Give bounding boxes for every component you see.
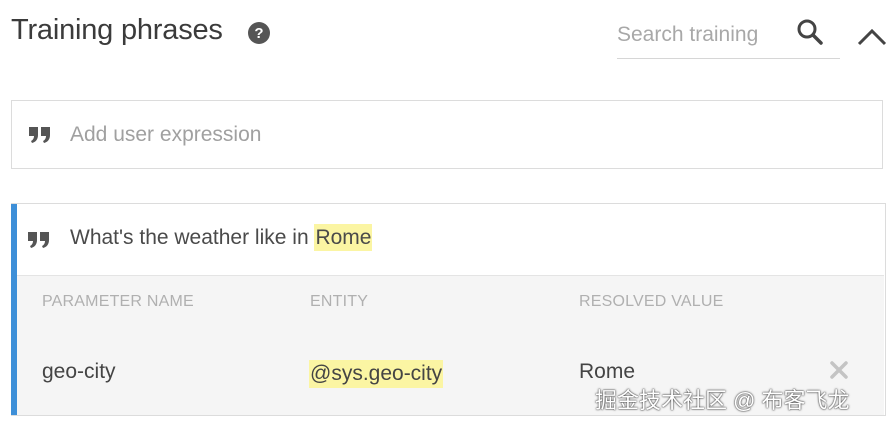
column-header-resolved-value: RESOLVED VALUE xyxy=(579,293,724,310)
svg-text:?: ? xyxy=(254,25,263,42)
close-icon[interactable] xyxy=(829,360,849,380)
parameter-table-header: PARAMETER NAME ENTITY RESOLVED VALUE xyxy=(17,275,884,330)
annotated-entity-span[interactable]: Rome xyxy=(314,224,373,251)
watermark: 掘金技术社区 @ 布客飞龙 xyxy=(595,388,850,413)
phrase-text-plain: What's the weather like in xyxy=(70,226,315,249)
search-field xyxy=(617,14,840,59)
training-phrase-text[interactable]: What's the weather like in Rome xyxy=(70,224,373,251)
column-header-parameter-name: PARAMETER NAME xyxy=(42,293,194,310)
section-title: Training phrases xyxy=(11,14,223,46)
training-phrase-row[interactable]: What's the weather like in Rome xyxy=(17,204,884,274)
add-expression-input[interactable] xyxy=(70,119,850,151)
quote-icon xyxy=(28,232,49,248)
training-phrases-header: Training phrases ? xyxy=(0,0,896,80)
entity-cell[interactable]: @sys.geo-city xyxy=(309,360,444,388)
search-input[interactable] xyxy=(617,20,787,50)
chevron-up-icon[interactable] xyxy=(856,22,888,50)
help-icon[interactable]: ? xyxy=(247,21,271,45)
resolved-value-cell[interactable]: Rome xyxy=(579,360,635,384)
add-expression-box xyxy=(11,100,883,169)
column-header-entity: ENTITY xyxy=(310,293,369,310)
parameter-name-cell[interactable]: geo-city xyxy=(42,360,116,384)
quote-icon xyxy=(29,127,50,143)
search-icon[interactable] xyxy=(795,17,825,47)
